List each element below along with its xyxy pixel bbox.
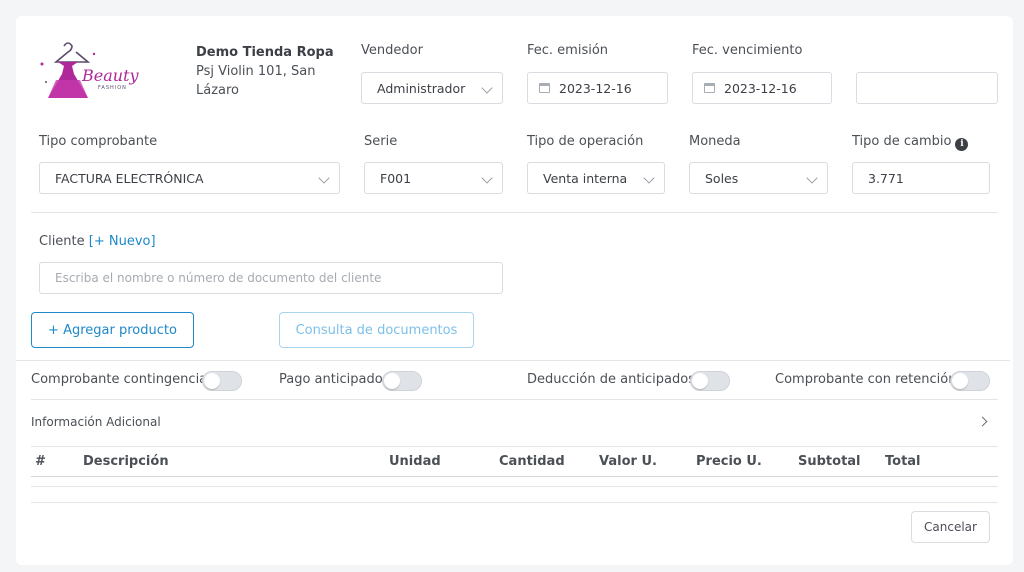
tipo-cambio-input[interactable]: 3.771 [852,162,990,194]
table-footer-divider [31,502,998,503]
contingencia-toggle[interactable] [202,371,242,391]
cancelar-label: Cancelar [924,520,977,534]
toggle-label-deduccion: Deducción de anticipados [527,372,695,387]
cancelar-button[interactable]: Cancelar [911,511,990,543]
emision-date-input[interactable]: 2023-12-16 [527,72,668,104]
toggle-label-contingencia: Comprobante contingencia [31,372,208,387]
logo-subtext: FASHION [98,85,127,91]
company-address: Psj Violin 101, San [196,64,316,79]
table-header-precio-u: Precio U. [696,454,762,469]
table-header-cantidad: Cantidad [499,454,565,469]
moneda-label: Moneda [689,134,741,149]
toggle-label-retencion: Comprobante con retención [775,372,957,387]
table-header-divider [31,476,998,477]
informacion-adicional-row[interactable]: Información Adicional [31,400,998,446]
divider [16,360,1010,361]
tipo-comprobante-value: FACTURA ELECTRÓNICA [55,170,204,186]
moneda-value: Soles [705,170,739,186]
tipo-operacion-select[interactable]: Venta interna [527,162,665,194]
vendedor-label: Vendedor [361,43,423,58]
consulta-documentos-label: Consulta de documentos [295,322,458,338]
chevron-down-icon [318,172,330,184]
chevron-down-icon [643,172,655,184]
table-header-index: # [35,454,46,469]
table-header-subtotal: Subtotal [798,454,861,469]
table-body-divider [31,486,998,487]
pago-anticipado-toggle[interactable] [382,371,422,391]
tipo-cambio-label-text: Tipo de cambio [852,134,952,149]
divider [31,446,998,447]
vendedor-value: Administrador [377,80,466,96]
table-header-valor-u: Valor U. [599,454,657,469]
consulta-documentos-button[interactable]: Consulta de documentos [279,312,474,348]
company-address-line2: Lázaro [196,83,240,98]
extra-input[interactable] [856,72,998,104]
table-header-descripcion: Descripción [83,454,169,469]
chevron-right-icon [977,416,988,427]
cliente-label: Cliente [+ Nuevo] [39,234,156,249]
cliente-placeholder: Escriba el nombre o número de documento … [55,271,382,285]
vencimiento-date-input[interactable]: 2023-12-16 [692,72,832,104]
emision-value: 2023-12-16 [559,80,632,96]
company-name: Demo Tienda Ropa [196,45,334,60]
tipo-operacion-value: Venta interna [543,170,628,186]
informacion-adicional-label: Información Adicional [31,415,161,429]
calendar-icon [539,83,550,93]
vencimiento-label: Fec. vencimiento [692,43,803,58]
info-icon[interactable]: i [955,138,969,151]
serie-label: Serie [364,134,398,149]
emision-label: Fec. emisión [527,43,609,58]
logo-text: Beauty [82,66,139,85]
tipo-comprobante-label: Tipo comprobante [39,134,158,149]
serie-select[interactable]: F001 [364,162,503,194]
company-logo: Beauty FASHION [34,38,140,104]
cliente-label-text: Cliente [39,234,85,249]
table-header-unidad: Unidad [389,454,441,469]
cliente-search-input[interactable]: Escriba el nombre o número de documento … [39,262,503,294]
table-header-total: Total [885,454,921,469]
calendar-icon [704,83,715,93]
agregar-producto-label: + Agregar producto [48,322,177,338]
tipo-operacion-label: Tipo de operación [527,134,644,149]
vendedor-select[interactable]: Administrador [361,72,503,104]
chevron-down-icon [481,172,493,184]
tipo-cambio-label: Tipo de cambio i [852,134,969,151]
nuevo-cliente-link[interactable]: [+ Nuevo] [89,234,156,249]
moneda-select[interactable]: Soles [689,162,828,194]
agregar-producto-button[interactable]: + Agregar producto [31,312,194,348]
retencion-toggle[interactable] [950,371,990,391]
chevron-down-icon [806,172,818,184]
tipo-cambio-value: 3.771 [868,170,904,186]
serie-value: F001 [380,170,412,186]
chevron-down-icon [481,82,493,94]
toggle-label-pago-anticipado: Pago anticipado [279,372,383,387]
divider [31,212,998,213]
deduccion-anticipados-toggle[interactable] [690,371,730,391]
tipo-comprobante-select[interactable]: FACTURA ELECTRÓNICA [39,162,340,194]
vencimiento-value: 2023-12-16 [724,80,797,96]
